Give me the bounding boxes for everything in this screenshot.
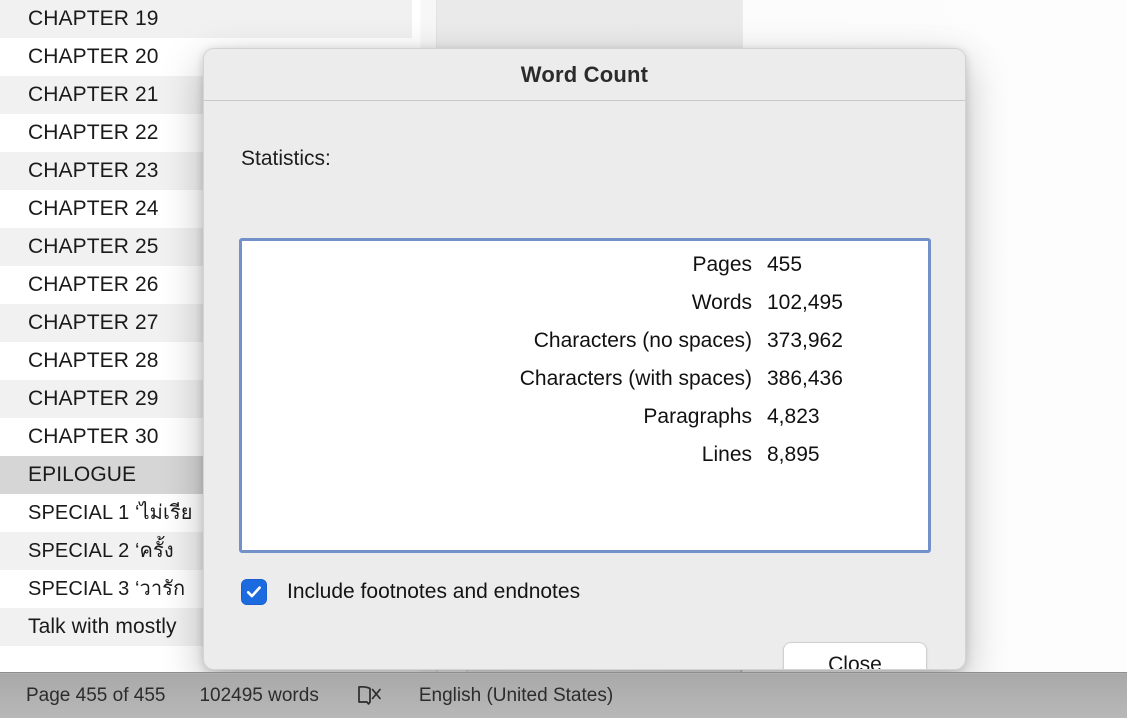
nav-item-label: EPILOGUE: [28, 463, 137, 486]
nav-item[interactable]: CHAPTER 19: [0, 0, 412, 38]
status-page-indicator[interactable]: Page 455 of 455: [26, 685, 165, 707]
close-button[interactable]: Close: [783, 642, 927, 669]
nav-item-label: CHAPTER 25: [28, 235, 159, 258]
nav-item-label: Talk with mostly: [28, 615, 177, 638]
nav-item-label: SPECIAL 1 ‘ไม่เรีย: [28, 502, 193, 524]
dialog-titlebar: Word Count: [204, 49, 965, 101]
statistic-value: 386,436: [767, 367, 843, 390]
checkmark-icon: [246, 586, 261, 598]
status-bar: Page 455 of 455 102495 words English (Un…: [0, 672, 1127, 718]
statistic-key: Lines: [701, 443, 752, 466]
include-footnotes-label: Include footnotes and endnotes: [287, 580, 581, 603]
nav-item-label: CHAPTER 29: [28, 387, 159, 410]
nav-item-label: CHAPTER 24: [28, 197, 159, 220]
statistic-value: 102,495: [767, 291, 843, 314]
statistic-value: 455: [767, 253, 803, 276]
statistics-label: Statistics:: [241, 147, 331, 170]
statistics-rows: Pages 455 Words 102,495 Characters (no space…: [242, 241, 928, 481]
nav-item-label: CHAPTER 20: [28, 45, 159, 68]
nav-item-label: CHAPTER 23: [28, 159, 159, 182]
nav-item-label: CHAPTER 30: [28, 425, 159, 448]
statistic-value: 373,962: [767, 329, 843, 352]
proofing-errors-icon[interactable]: [357, 684, 383, 708]
statistic-row: Characters (no spaces) 373,962: [242, 329, 928, 367]
statistic-value: 8,895: [767, 443, 820, 466]
status-word-count[interactable]: 102495 words: [199, 685, 318, 707]
statistic-key: Pages: [692, 253, 752, 276]
nav-item-label: CHAPTER 28: [28, 349, 159, 372]
statistics-box[interactable]: Pages 455 Words 102,495 Characters (no space…: [239, 238, 931, 553]
status-language[interactable]: English (United States): [419, 685, 613, 707]
nav-item-label: CHAPTER 22: [28, 121, 159, 144]
nav-item-label: CHAPTER 21: [28, 83, 159, 106]
statistic-row: Words 102,495: [242, 291, 928, 329]
statistic-row: Pages 455: [242, 253, 928, 291]
statistic-row: Characters (with spaces) 386,436: [242, 367, 928, 405]
dialog-body: Statistics: Pages 455 Words 102,495 Characte…: [204, 101, 965, 669]
statistic-row: Lines 8,895: [242, 443, 928, 481]
statistic-key: Paragraphs: [643, 405, 752, 428]
nav-item-label: SPECIAL 3 ‘วารัก: [28, 578, 186, 600]
statistic-key: Characters (with spaces): [519, 367, 752, 390]
dialog-title: Word Count: [520, 61, 649, 87]
statistic-value: 4,823: [767, 405, 820, 428]
app-screenshot: CHAPTER 19 CHAPTER 20 CHAPTER 21 CHAPTER 22…: [0, 0, 1127, 718]
statistic-row: Paragraphs 4,823: [242, 405, 928, 443]
nav-item-label: CHAPTER 27: [28, 311, 159, 334]
include-footnotes-checkbox[interactable]: [241, 579, 267, 605]
nav-item-label: CHAPTER 26: [28, 273, 159, 296]
nav-item-label: SPECIAL 2 ‘ครั้ง: [28, 540, 174, 562]
statistic-key: Words: [691, 291, 752, 314]
word-count-dialog: Word Count Statistics: Pages 455 Words 102,…: [203, 48, 966, 670]
statistic-key: Characters (no spaces): [533, 329, 752, 352]
include-footnotes-row[interactable]: Include footnotes and endnotes: [241, 579, 580, 605]
nav-item-label: CHAPTER 19: [28, 7, 159, 30]
